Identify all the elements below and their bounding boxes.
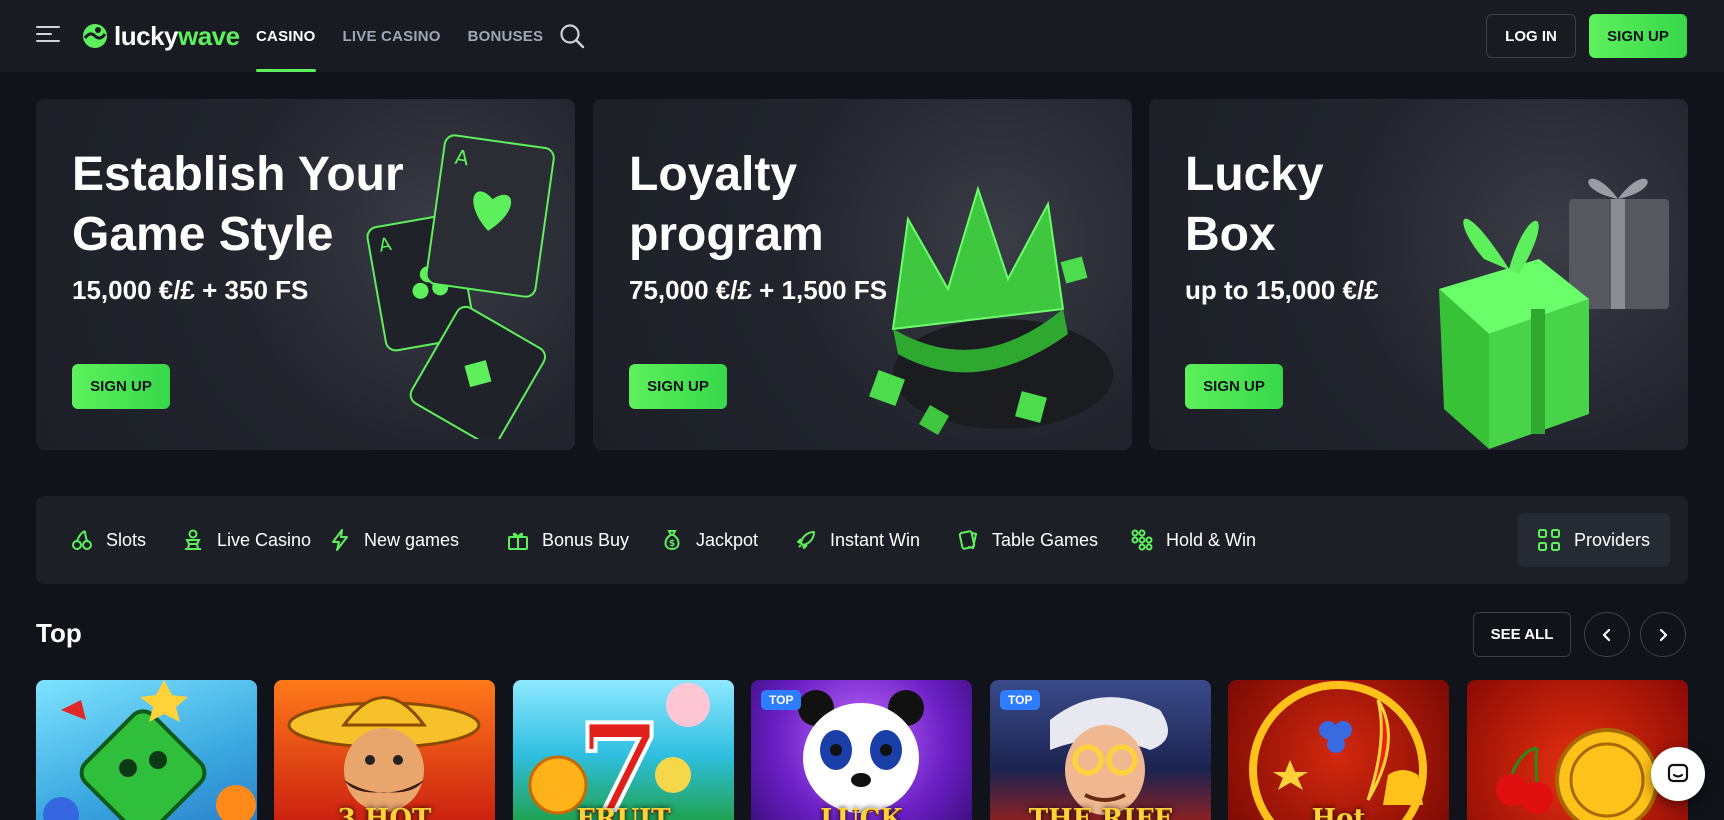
category-bar: Slots Live Casino New games Bonus Buy $ … [36,496,1688,584]
category-label: Slots [106,529,147,550]
category-label: Bonus Buy [542,529,630,550]
promo-subtitle: 15,000 €/£ + 350 FS [72,275,309,305]
game-tile[interactable]: 7 FRUIT [513,680,734,820]
category-hold-and-win[interactable]: Hold & Win [1130,496,1256,584]
svg-text:$: $ [669,539,675,549]
see-all-button[interactable]: SEE ALL [1473,612,1571,657]
promo-signup-button[interactable]: SIGN UP [72,364,170,409]
category-label: Table Games [992,529,1099,550]
nav-bonuses[interactable]: BONUSES [468,0,544,72]
signup-button[interactable]: SIGN UP [1589,14,1687,58]
category-instant-win[interactable]: Instant Win [794,496,920,584]
logo[interactable]: luckywave [80,20,240,52]
category-live-casino[interactable]: Live Casino [181,496,311,584]
category-label: Jackpot [696,529,759,550]
cherries-icon [72,530,92,550]
promo-card-game-style[interactable]: A A Establish Your Game Style 15,000 €/£ … [36,99,575,450]
game-title: LUCK [820,804,903,820]
game-tile[interactable]: Hot [1228,680,1449,820]
game-title: THE RIFF [1028,804,1173,820]
cards-icon [958,530,978,550]
game-thumbnail [43,680,256,820]
category-bonus-buy[interactable]: Bonus Buy [506,496,629,584]
logo-text: luckywave [114,20,240,51]
category-table-games[interactable]: Table Games [956,496,1098,584]
live-chat-button[interactable] [1651,747,1705,801]
chat-icon [1667,763,1689,783]
money-bag-icon: $ [664,530,680,551]
promo-card-loyalty[interactable]: Loyalty program 75,000 €/£ + 1,500 FS SIG… [593,99,1132,450]
dots-grid-icon [1131,529,1153,551]
game-thumbnail: 7 [528,683,710,820]
crown-image [869,185,1113,436]
search-icon[interactable] [558,22,586,50]
promo-subtitle: 75,000 €/£ + 1,500 FS [629,275,888,305]
promo-title: Loyalty program [629,148,824,261]
game-title: 3 HOT [337,804,432,820]
top-badge: TOP [1000,690,1041,710]
game-tile[interactable] [1467,680,1688,820]
next-arrow-button[interactable] [1640,612,1686,657]
game-thumbnail [1249,681,1427,820]
svg-text:7: 7 [578,698,662,820]
game-tile[interactable] [36,680,257,820]
category-slots[interactable]: Slots [70,496,146,584]
category-new-games[interactable]: New games [328,496,459,584]
promo-title: Lucky Box [1185,148,1324,261]
category-label: Instant Win [830,529,921,550]
category-label: Hold & Win [1166,529,1257,550]
lightning-icon [332,529,348,551]
nav-live-casino[interactable]: LIVE CASINO [343,0,441,72]
category-label: New games [364,529,460,550]
promo-card-lucky-box[interactable]: Lucky Box up to 15,000 €/£ SIGN UP [1149,99,1688,450]
nav-casino[interactable]: CASINO [256,0,316,72]
top-badge: TOP [761,690,802,710]
promo-title: Establish Your Game Style [72,148,404,261]
menu-icon[interactable] [36,26,62,46]
promo-subtitle: up to 15,000 €/£ [1185,275,1379,305]
promo-signup-button[interactable]: SIGN UP [629,364,727,409]
providers-label: Providers [1573,529,1651,550]
prev-arrow-button[interactable] [1584,612,1630,657]
gift-icon [508,532,528,550]
category-jackpot[interactable]: $ Jackpot [660,496,758,584]
promo-signup-button[interactable]: SIGN UP [1185,364,1283,409]
game-title: FRUIT [576,804,671,820]
category-label: Live Casino [217,529,312,550]
game-thumbnail [1496,728,1659,820]
section-title-top: Top [36,618,82,648]
providers-button[interactable]: Providers [1518,513,1670,567]
logo-icon [83,24,107,48]
main-nav: CASINO LIVE CASINO BONUSES [256,0,570,72]
login-button[interactable]: LOG IN [1486,14,1576,58]
chevron-right-icon [1659,628,1668,641]
game-thumbnail [287,696,481,812]
top-header: luckywave CASINO LIVE CASINO BONUSES LOG… [0,0,1724,72]
grid-icon [1537,529,1560,551]
game-tile[interactable]: 3 HOT [274,680,495,820]
gift-boxes-image [1439,178,1669,449]
dealer-icon [185,529,201,550]
rocket-icon [797,531,815,549]
game-title: Hot [1311,804,1366,820]
game-tile[interactable]: TOP LUCK [751,680,972,820]
chevron-left-icon [1602,628,1611,641]
game-tile[interactable]: TOP THE RIFF [990,680,1211,820]
